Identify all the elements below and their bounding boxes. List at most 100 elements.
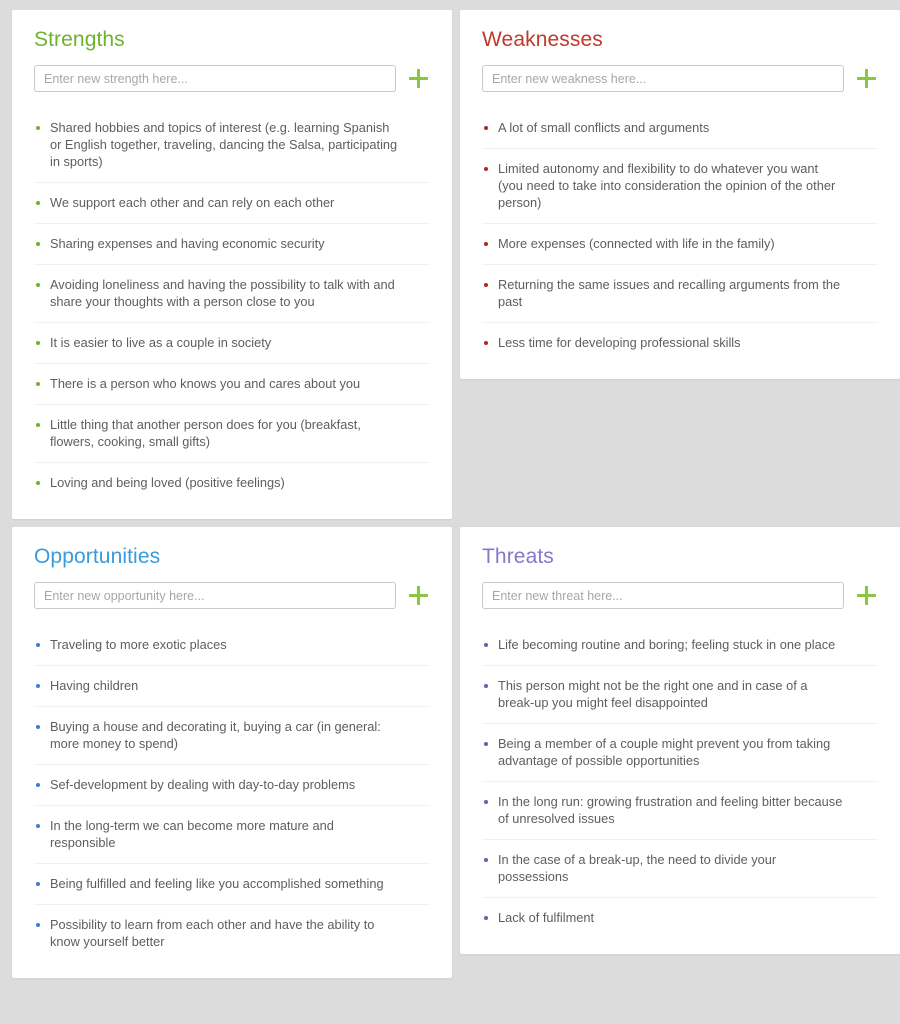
list-item[interactable]: Loving and being loved (positive feeling… [34,463,430,503]
list-item[interactable]: Lack of fulfilment [482,898,878,938]
list-item-text: Being fulfilled and feeling like you acc… [50,876,384,892]
bullet-icon [36,481,40,486]
list-item[interactable]: Having children [34,666,430,708]
bullet-icon [36,643,40,648]
bullet-icon [36,283,40,288]
list-item[interactable]: Traveling to more exotic places [34,625,430,667]
threats-title: Threats [482,545,554,569]
list-item-text: It is easier to live as a couple in soci… [50,335,272,351]
bullet-icon [484,167,488,172]
list-item-text: A lot of small conflicts and arguments [498,120,710,136]
list-item-text: Having children [50,678,139,694]
bullet-icon [36,882,40,887]
list-item[interactable]: This person might not be the right one a… [482,666,878,725]
bullet-icon [484,742,488,747]
weaknesses-card: Weaknesses A lot of small conflicts and … [460,10,900,380]
bullet-icon [36,923,40,928]
opportunities-title: Opportunities [34,545,161,569]
list-item[interactable]: Being a member of a couple might prevent… [482,724,878,783]
bullet-icon [36,423,40,428]
bullet-icon [36,684,40,689]
bullet-icon [36,201,40,206]
list-item-text: In the long-term we can become more matu… [50,818,334,851]
list-item[interactable]: Sharing expenses and having economic sec… [34,224,430,266]
add-threat-button[interactable] [856,585,878,607]
list-item-text: More expenses (connected with life in th… [498,236,775,252]
threats-input-row [482,582,878,610]
opportunity-input[interactable] [34,582,396,610]
list-item-text: Limited autonomy and flexibility to do w… [498,161,836,211]
list-item[interactable]: In the long run: growing frustration and… [482,782,878,841]
list-item[interactable]: We support each other and can rely on ea… [34,183,430,225]
list-item-text: Little thing that another person does fo… [50,417,361,450]
bullet-icon [484,242,488,247]
list-item[interactable]: Limited autonomy and flexibility to do w… [482,149,878,225]
weaknesses-input-row [482,65,878,93]
strength-input[interactable] [34,65,396,93]
list-item-text: Returning the same issues and recalling … [498,277,841,310]
weaknesses-title: Weaknesses [482,28,603,51]
strengths-card: Strengths Shared hobbies and topics of i… [12,10,452,520]
list-item[interactable]: Little thing that another person does fo… [34,405,430,464]
threats-list: Life becoming routine and boring; feelin… [482,625,878,938]
list-item[interactable]: Returning the same issues and recalling … [482,265,878,324]
list-item-text: Life becoming routine and boring; feelin… [498,637,836,653]
bullet-icon [484,684,488,689]
list-item-text: Shared hobbies and topics of interest (e… [50,120,398,170]
bullet-icon [36,725,40,730]
list-item[interactable]: Life becoming routine and boring; feelin… [482,625,878,667]
list-item-text: Possibility to learn from each other and… [50,917,375,950]
add-weakness-button[interactable] [856,68,878,90]
list-item[interactable]: Avoiding loneliness and having the possi… [34,265,430,324]
list-item[interactable]: There is a person who knows you and care… [34,364,430,406]
list-item[interactable]: A lot of small conflicts and arguments [482,108,878,150]
bullet-icon [484,283,488,288]
list-item[interactable]: Sef-development by dealing with day-to-d… [34,765,430,807]
list-item-text: This person might not be the right one a… [498,678,808,711]
threats-card: Threats Life becoming routine and boring… [460,527,900,955]
list-item-text: We support each other and can rely on ea… [50,195,335,211]
list-item-text: Avoiding loneliness and having the possi… [50,277,395,310]
bullet-icon [484,858,488,863]
bullet-icon [36,824,40,829]
weaknesses-list: A lot of small conflicts and arguments Li… [482,108,878,363]
list-item-text: Traveling to more exotic places [50,637,227,653]
list-item-text: There is a person who knows you and care… [50,376,361,392]
weakness-input[interactable] [482,65,844,93]
bullet-icon [36,783,40,788]
bullet-icon [484,341,488,346]
list-item[interactable]: In the long-term we can become more matu… [34,806,430,865]
bullet-icon [36,242,40,247]
bullet-icon [36,341,40,346]
bullet-icon [36,382,40,387]
strengths-input-row [34,65,430,93]
list-item[interactable]: Buying a house and decorating it, buying… [34,707,430,766]
list-item[interactable]: Less time for developing professional sk… [482,323,878,363]
add-strength-button[interactable] [408,68,430,90]
strengths-list: Shared hobbies and topics of interest (e… [34,108,430,503]
threat-input[interactable] [482,582,844,610]
opportunities-card: Opportunities Traveling to more exotic p… [12,527,452,979]
strengths-title: Strengths [34,28,125,51]
bullet-icon [36,126,40,131]
bullet-icon [484,126,488,131]
list-item[interactable]: Being fulfilled and feeling like you acc… [34,864,430,906]
bullet-icon [484,916,488,921]
list-item-text: In the long run: growing frustration and… [498,794,843,827]
add-opportunity-button[interactable] [408,585,430,607]
list-item-text: Buying a house and decorating it, buying… [50,719,381,752]
list-item-text: Loving and being loved (positive feeling… [50,475,285,491]
list-item-text: Sef-development by dealing with day-to-d… [50,777,356,793]
list-item-text: In the case of a break-up, the need to d… [498,852,777,885]
list-item-text: Less time for developing professional sk… [498,335,741,351]
list-item-text: Sharing expenses and having economic sec… [50,236,325,252]
list-item[interactable]: Shared hobbies and topics of interest (e… [34,108,430,184]
swot-board: Strengths Shared hobbies and topics of i… [0,0,900,1024]
bullet-icon [484,643,488,648]
list-item[interactable]: In the case of a break-up, the need to d… [482,840,878,899]
list-item-text: Lack of fulfilment [498,910,595,926]
list-item[interactable]: It is easier to live as a couple in soci… [34,323,430,365]
opportunities-input-row [34,582,430,610]
list-item[interactable]: More expenses (connected with life in th… [482,224,878,266]
list-item[interactable]: Possibility to learn from each other and… [34,905,430,962]
